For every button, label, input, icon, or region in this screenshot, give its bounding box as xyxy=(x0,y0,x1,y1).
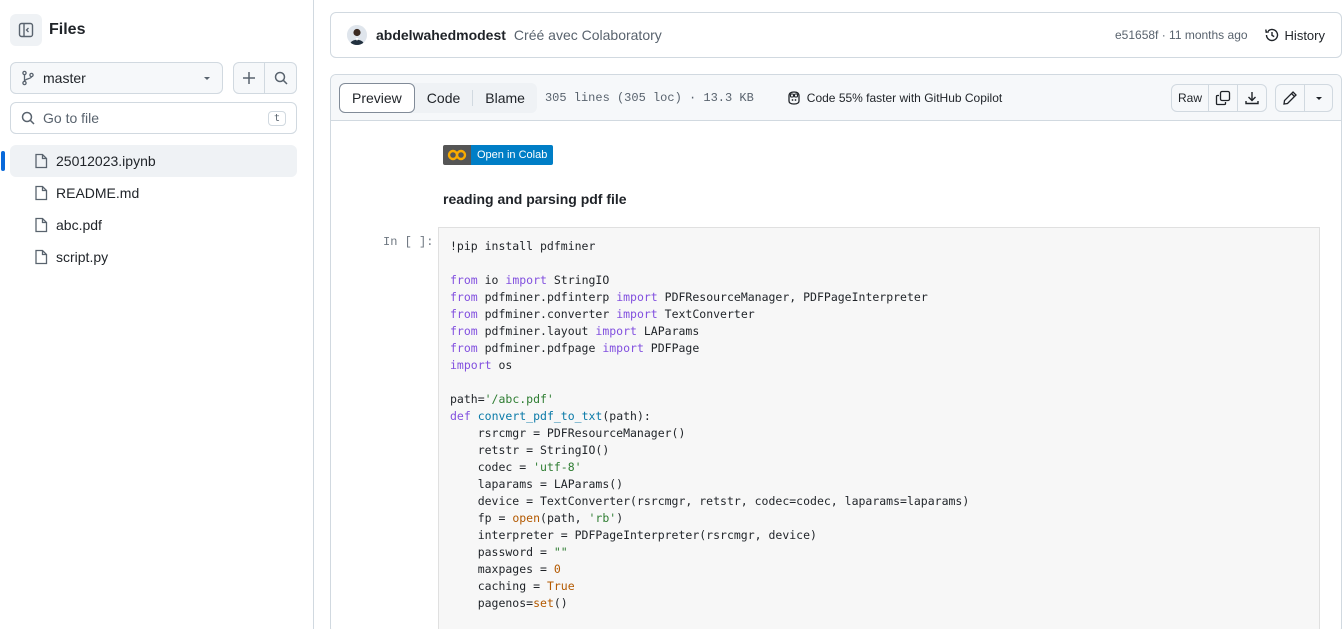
edit-options-dropdown[interactable] xyxy=(1305,83,1333,112)
file-item[interactable]: abc.pdf xyxy=(10,209,297,241)
code-line: path='/abc.pdf' xyxy=(450,392,554,406)
avatar[interactable] xyxy=(347,25,367,45)
code-line: maxpages = 0 xyxy=(450,562,561,576)
branch-row: master xyxy=(10,62,297,94)
code-line: fp = open(path, 'rb') xyxy=(450,511,624,525)
files-header: Files xyxy=(10,14,85,46)
tab-preview[interactable]: Preview xyxy=(339,82,415,113)
colab-badge-text: Open in Colab xyxy=(471,145,554,165)
code-line: interpreter = PDFPageInterpreter(rsrcmgr… xyxy=(450,528,817,542)
file-icon xyxy=(35,153,48,169)
plus-icon xyxy=(243,72,255,84)
code-line: pagenos=set() xyxy=(450,596,568,610)
edit-group xyxy=(1275,83,1333,112)
copilot-promo-link[interactable]: Code 55% faster with GitHub Copilot xyxy=(786,90,1002,106)
git-branch-icon xyxy=(22,70,34,86)
go-to-file-input[interactable] xyxy=(43,110,268,126)
history-icon xyxy=(1264,28,1278,42)
file-name: abc.pdf xyxy=(56,217,102,233)
code-line: laparams = LAParams() xyxy=(450,477,624,491)
file-name: README.md xyxy=(56,185,140,201)
sidebar-collapse-button[interactable] xyxy=(10,14,42,46)
latest-commit-bar: abdelwahedmodest Créé avec Colaboratory … xyxy=(330,12,1342,58)
code-line: import os xyxy=(450,358,513,372)
user-avatar-icon xyxy=(347,25,367,45)
search-icon xyxy=(274,71,288,85)
commit-message[interactable]: Créé avec Colaboratory xyxy=(514,27,662,43)
search-code-button[interactable] xyxy=(265,62,297,94)
raw-button[interactable]: Raw xyxy=(1170,83,1209,112)
download-icon xyxy=(1245,91,1259,104)
file-icon xyxy=(35,217,48,233)
history-button[interactable]: History xyxy=(1264,27,1325,43)
chevron-down-icon xyxy=(204,77,210,80)
colab-logo-icon xyxy=(443,145,471,165)
download-button[interactable] xyxy=(1238,83,1267,112)
commit-sha-time[interactable]: e51658f · 11 months ago xyxy=(1115,28,1248,42)
cell-prompt: In [ ]: xyxy=(383,235,434,249)
code-line: from pdfminer.layout import LAParams xyxy=(450,324,700,338)
add-file-button[interactable] xyxy=(233,62,265,94)
code-line: rsrcmgr = PDFResourceManager() xyxy=(450,426,686,440)
file-size-info: 305 lines (305 loc) · 13.3 KB xyxy=(544,90,754,105)
file-actions-group xyxy=(233,62,297,94)
branch-selector[interactable]: master xyxy=(10,62,223,94)
file-name: script.py xyxy=(56,249,109,265)
code-line: from io import StringIO xyxy=(450,273,610,287)
edit-file-button[interactable] xyxy=(1275,83,1305,112)
copilot-icon xyxy=(788,90,800,105)
open-in-colab-badge[interactable]: Open in Colab xyxy=(443,145,554,165)
sidebar-collapse-icon xyxy=(18,22,34,38)
code-cell: !pip install pdfminer from io import Stri… xyxy=(438,227,1320,629)
commit-meta: e51658f · 11 months ago History xyxy=(1115,27,1325,43)
shortcut-key: t xyxy=(267,110,286,126)
pencil-icon xyxy=(1283,90,1297,105)
file-list: 25012023.ipynb README.md abc.pdf script.… xyxy=(0,145,314,273)
code-line: retstr = StringIO() xyxy=(450,443,610,457)
copy-raw-button[interactable] xyxy=(1209,83,1238,112)
view-mode-tabs: Preview Code Blame xyxy=(339,82,537,113)
code-line: from pdfminer.pdfinterp import PDFResour… xyxy=(450,290,928,304)
commit-author-link[interactable]: abdelwahedmodest xyxy=(376,27,506,43)
history-label: History xyxy=(1284,27,1325,43)
file-item[interactable]: README.md xyxy=(10,177,297,209)
file-item[interactable]: 25012023.ipynb xyxy=(1,145,297,177)
code-line: !pip install pdfminer xyxy=(450,239,596,253)
code-line: from pdfminer.converter import TextConve… xyxy=(450,307,755,321)
raw-copy-download-group: Raw xyxy=(1170,83,1267,112)
file-actions: Raw xyxy=(1170,83,1333,112)
code-line: device = TextConverter(rsrcmgr, retstr, … xyxy=(450,494,970,508)
copy-icon xyxy=(1215,90,1231,105)
code-line: def convert_pdf_to_txt(path): xyxy=(450,409,651,423)
files-title: Files xyxy=(49,21,86,38)
chevron-down-icon xyxy=(1315,96,1322,100)
tab-blame[interactable]: Blame xyxy=(473,83,537,113)
file-viewer: Preview Code Blame 305 lines (305 loc) ·… xyxy=(330,74,1342,629)
code-line: caching = True xyxy=(450,579,575,593)
code-line: from pdfminer.pdfpage import PDFPage xyxy=(450,341,700,355)
markdown-heading: reading and parsing pdf file xyxy=(443,191,627,207)
file-item[interactable]: script.py xyxy=(10,241,297,273)
file-name: 25012023.ipynb xyxy=(56,153,156,169)
file-icon xyxy=(35,249,48,265)
code-line: password = "" xyxy=(450,545,568,559)
file-toolbar: Preview Code Blame 305 lines (305 loc) ·… xyxy=(331,75,1341,121)
file-tree-sidebar: Files master t 25012023.ipynb README.m xyxy=(0,0,314,629)
file-icon xyxy=(35,185,48,201)
go-to-file-field[interactable]: t xyxy=(10,102,297,134)
copilot-text: Code 55% faster with GitHub Copilot xyxy=(806,90,1003,105)
tab-code[interactable]: Code xyxy=(415,83,472,113)
search-icon xyxy=(21,111,35,125)
branch-name: master xyxy=(43,70,86,86)
code-line: codec = 'utf-8' xyxy=(450,460,582,474)
